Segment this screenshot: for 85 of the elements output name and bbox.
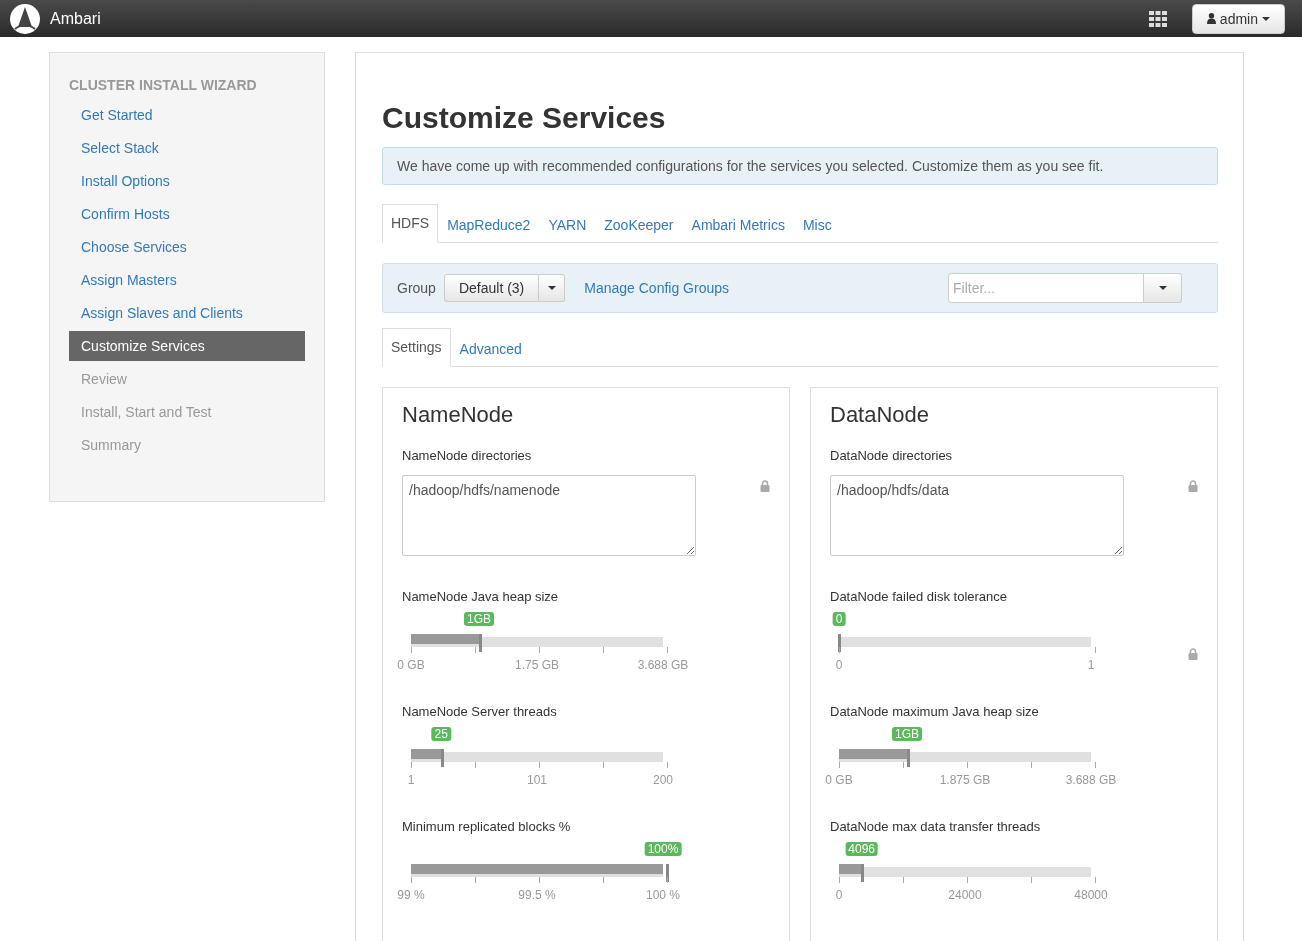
- slider-value-badge: 25: [431, 727, 451, 741]
- tab[interactable]: ZooKeeper: [595, 206, 683, 243]
- wizard-step-link[interactable]: Get Started: [69, 100, 305, 130]
- wizard-step-link[interactable]: Choose Services: [69, 232, 305, 262]
- slider-track[interactable]: [837, 634, 1093, 653]
- directories-field[interactable]: /hadoop/hdfs/data: [830, 475, 1124, 556]
- user-icon: [1206, 13, 1216, 24]
- slider-value-badge: 4096: [845, 842, 878, 856]
- config-label: Minimum replicated blocks %: [402, 819, 572, 834]
- section-title: NameNode: [402, 402, 515, 428]
- config-label: DataNode maximum Java heap size: [830, 704, 1040, 719]
- app-grid-icon[interactable]: [1148, 10, 1167, 27]
- wizard-step-link[interactable]: Customize Services: [69, 331, 305, 361]
- slider-track[interactable]: [409, 749, 665, 768]
- caret-icon: [1262, 16, 1270, 21]
- slider-track[interactable]: [409, 634, 665, 653]
- slider-handle[interactable]: [861, 864, 865, 882]
- wizard-step-link[interactable]: Confirm Hosts: [69, 199, 305, 229]
- tick-label: 1.875 GB: [939, 773, 991, 787]
- slider-value-badge: 100%: [644, 842, 682, 856]
- slider-handle[interactable]: [440, 749, 444, 767]
- tab[interactable]: Settings: [382, 328, 451, 367]
- lock-icon[interactable]: [1188, 480, 1198, 492]
- filter-field[interactable]: Filter...: [948, 273, 1144, 303]
- slider-value-badge: 1GB: [892, 727, 923, 741]
- config-label: DataNode directories: [830, 448, 954, 463]
- config-label: DataNode max data transfer threads: [830, 819, 1042, 834]
- tick-label: 100 %: [646, 888, 680, 902]
- directories-field[interactable]: /hadoop/hdfs/namenode: [402, 475, 696, 556]
- user-menu-button[interactable]: admin: [1191, 3, 1285, 34]
- tab[interactable]: Misc: [793, 206, 841, 243]
- tick-label: 1.75 GB: [515, 658, 559, 672]
- tick-label: 48000: [1074, 888, 1108, 902]
- slider-value-badge: 0: [832, 612, 846, 626]
- section-title: DataNode: [830, 402, 931, 428]
- tick-label: 99 %: [397, 888, 425, 902]
- slider-track[interactable]: [837, 864, 1093, 883]
- tab[interactable]: Advanced: [450, 330, 531, 367]
- wizard-step-link[interactable]: Assign Masters: [69, 265, 305, 295]
- lock-icon[interactable]: [760, 480, 770, 492]
- tick-label: 1: [407, 773, 415, 787]
- manage-config-groups-link[interactable]: Manage Config Groups: [584, 280, 730, 296]
- slider-handle[interactable]: [838, 634, 841, 652]
- tab[interactable]: Ambari Metrics: [682, 206, 794, 243]
- config-label: NameNode Java heap size: [402, 589, 560, 604]
- config-label: NameNode Server threads: [402, 704, 558, 719]
- tick-label: 101: [527, 773, 547, 787]
- group-dropdown-button[interactable]: Default (3): [443, 274, 540, 302]
- wizard-step-link: Review: [80, 370, 128, 389]
- info-alert: We have come up with recommended configurations for the services you selected. Customize them as you see fit.: [382, 147, 1218, 185]
- logo-icon: [9, 2, 41, 35]
- page-title: Customize Services: [382, 101, 667, 135]
- wizard-step-link[interactable]: Assign Slaves and Clients: [69, 298, 305, 328]
- caret-icon: [547, 286, 556, 290]
- slider-value-badge: 1GB: [464, 612, 495, 626]
- filter-caret-button[interactable]: [1144, 273, 1182, 303]
- caret-icon: [1158, 286, 1167, 290]
- tab[interactable]: HDFS: [382, 204, 439, 243]
- tick-label: 200: [653, 773, 673, 787]
- slider-handle[interactable]: [666, 864, 669, 882]
- wizard-step-link[interactable]: Install Options: [69, 166, 305, 196]
- slider-handle[interactable]: [479, 634, 483, 652]
- brand-name[interactable]: Ambari: [50, 9, 101, 28]
- config-label: NameNode directories: [402, 448, 533, 463]
- tick-label: 0: [835, 658, 843, 672]
- sidebar-title: CLUSTER INSTALL WIZARD: [69, 77, 258, 93]
- wizard-step-link: Summary: [80, 436, 142, 455]
- tab[interactable]: YARN: [539, 206, 596, 243]
- tick-label: 3.688 GB: [1065, 773, 1117, 787]
- group-caret-button[interactable]: [539, 274, 566, 302]
- tick-label: 99.5 %: [518, 888, 556, 902]
- slider-track[interactable]: [837, 749, 1093, 768]
- lock-icon[interactable]: [1188, 648, 1198, 660]
- tick-label: 1: [1087, 658, 1095, 672]
- tab[interactable]: MapReduce2: [438, 206, 540, 243]
- tick-label: 0 GB: [825, 773, 853, 787]
- wizard-step-link[interactable]: Select Stack: [69, 133, 305, 163]
- group-label: Group: [397, 280, 436, 296]
- slider-handle[interactable]: [907, 749, 911, 767]
- wizard-step-link: Install, Start and Test: [80, 403, 213, 422]
- config-label: DataNode failed disk tolerance: [830, 589, 1009, 604]
- tick-label: 0 GB: [397, 658, 425, 672]
- tick-label: 3.688 GB: [637, 658, 689, 672]
- tick-label: 24000: [948, 888, 982, 902]
- tick-label: 0: [835, 888, 843, 902]
